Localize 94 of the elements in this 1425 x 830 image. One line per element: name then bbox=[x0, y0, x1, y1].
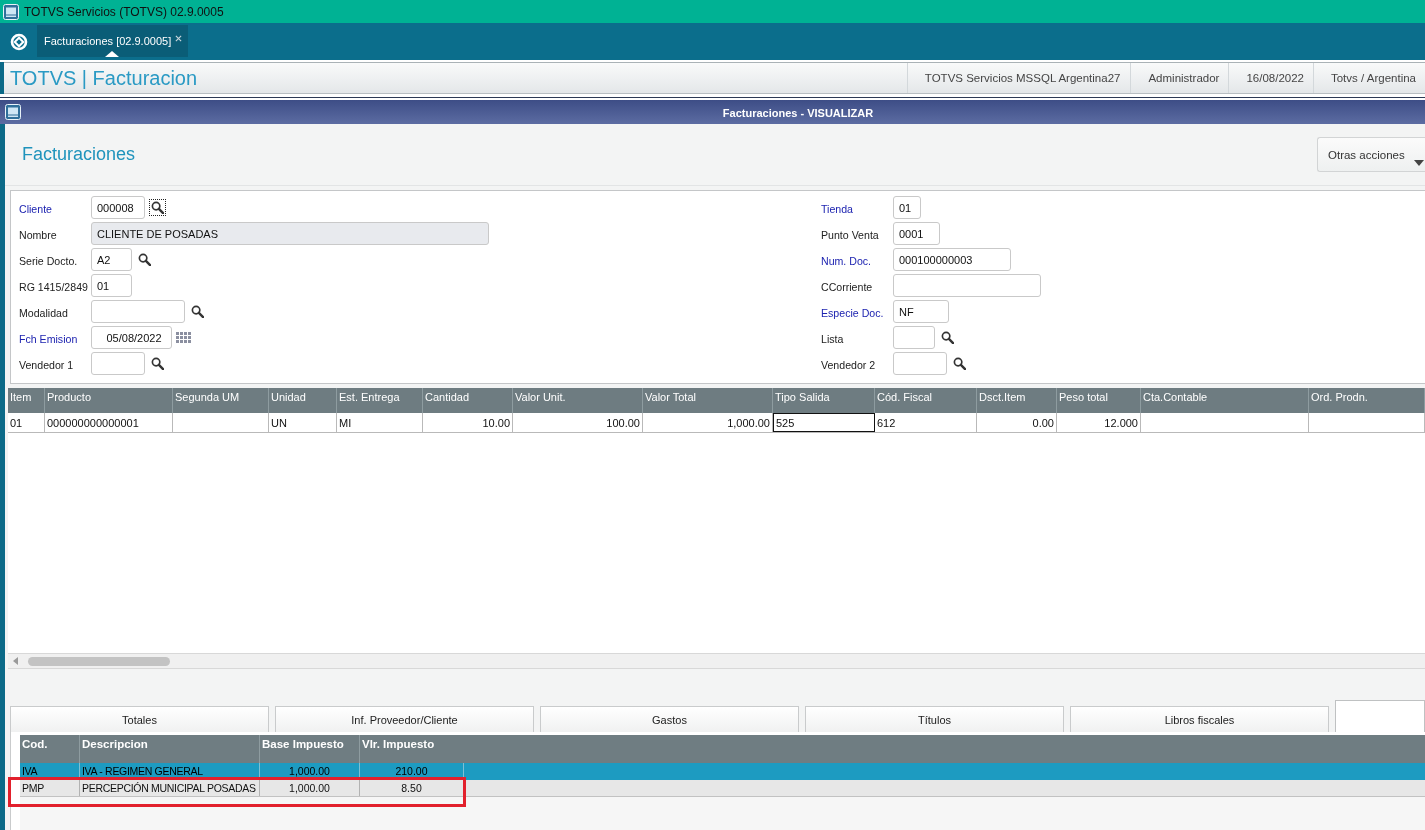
field-label: Num. Doc. bbox=[821, 255, 872, 267]
field-label: RG 1415/2849 bbox=[19, 281, 88, 293]
table-cell[interactable]: 12.000 bbox=[1057, 413, 1141, 432]
table-cell[interactable]: 000000000000001 bbox=[45, 413, 173, 432]
text-field[interactable]: 000100000003 bbox=[893, 248, 1011, 271]
column-header[interactable]: Ord. Prodn. bbox=[1309, 388, 1425, 413]
table-cell: IVA - REGIMEN GENERAL bbox=[80, 763, 260, 779]
window-icon bbox=[3, 3, 19, 20]
text-field[interactable] bbox=[893, 326, 935, 349]
field-label: Vendedor 1 bbox=[19, 359, 74, 371]
field-label: Nombre bbox=[19, 229, 57, 241]
window-icon bbox=[5, 104, 21, 120]
text-field[interactable] bbox=[91, 352, 145, 375]
app-tab[interactable]: Facturaciones [02.9.0005] bbox=[37, 25, 189, 57]
search-icon[interactable] bbox=[136, 251, 153, 268]
table-cell[interactable]: 612 bbox=[875, 413, 977, 432]
text-field[interactable] bbox=[893, 274, 1041, 297]
field-label: Serie Docto. bbox=[19, 255, 78, 267]
text-field[interactable]: A2 bbox=[91, 248, 132, 271]
search-icon[interactable] bbox=[149, 355, 166, 372]
table-cell: PERCEPCIÓN MUNICIPAL POSADAS bbox=[80, 780, 260, 796]
column-header[interactable]: Cód. Fiscal bbox=[875, 388, 977, 413]
column-header[interactable]: Unidad bbox=[269, 388, 337, 413]
dialog-title: Facturaciones - VISUALIZAR bbox=[722, 107, 874, 119]
table-cell[interactable]: 100.00 bbox=[513, 413, 643, 432]
search-icon[interactable] bbox=[189, 303, 206, 320]
header-info: 16/08/2022 bbox=[1228, 63, 1313, 93]
scroll-left-icon[interactable] bbox=[13, 657, 18, 665]
header-info: Totvs / Argentina bbox=[1312, 63, 1425, 93]
close-icon[interactable] bbox=[175, 34, 183, 42]
column-header[interactable]: Cantidad bbox=[423, 388, 513, 413]
table-cell[interactable]: UN bbox=[269, 413, 337, 432]
calendar-icon[interactable] bbox=[176, 332, 191, 343]
text-field[interactable]: 000008 bbox=[91, 196, 145, 219]
text-field[interactable]: 01 bbox=[893, 196, 921, 219]
field-label: Fch Emision bbox=[19, 333, 78, 345]
header-info: Administrador bbox=[1130, 63, 1229, 93]
app-title: TOTVS | Facturacion bbox=[9, 66, 198, 90]
text-field[interactable]: 0001 bbox=[893, 222, 940, 245]
pointer-icon bbox=[105, 51, 119, 57]
table-cell[interactable]: 525 bbox=[773, 413, 875, 432]
column-header[interactable]: Vlr. Impuesto bbox=[360, 735, 464, 763]
scrollbar-thumb[interactable] bbox=[28, 656, 170, 666]
column-header[interactable]: Dsct.Item bbox=[977, 388, 1057, 413]
field-label: Vendedor 2 bbox=[821, 359, 876, 371]
column-header[interactable]: Est. Entrega bbox=[337, 388, 423, 413]
table-cell[interactable]: 0.00 bbox=[977, 413, 1057, 432]
search-icon[interactable] bbox=[951, 355, 968, 372]
table-cell: 8.50 bbox=[360, 780, 464, 796]
field-label: Punto Venta bbox=[821, 229, 879, 241]
search-icon[interactable] bbox=[149, 199, 166, 216]
table-cell[interactable]: 1,000.00 bbox=[643, 413, 773, 432]
caret-icon bbox=[1414, 160, 1424, 166]
tab[interactable]: Gastos bbox=[540, 706, 799, 732]
actions-button[interactable]: Otras acciones bbox=[1317, 137, 1425, 172]
table-cell[interactable]: 01 bbox=[8, 413, 45, 432]
table-cell[interactable]: MI bbox=[337, 413, 423, 432]
field-label: CCorriente bbox=[821, 281, 873, 293]
table-cell: 1,000.00 bbox=[260, 780, 360, 796]
field-label: Especie Doc. bbox=[821, 307, 884, 319]
column-header[interactable]: Cta.Contable bbox=[1141, 388, 1309, 413]
column-header[interactable]: Item bbox=[8, 388, 45, 413]
column-header[interactable]: Valor Total bbox=[643, 388, 773, 413]
tab[interactable]: Libros fiscales bbox=[1070, 706, 1329, 732]
column-header[interactable]: Tipo Salida bbox=[773, 388, 875, 413]
tab[interactable] bbox=[1335, 700, 1425, 732]
column-header[interactable]: Producto bbox=[45, 388, 173, 413]
tab[interactable]: Totales bbox=[10, 706, 269, 732]
window-title: TOTVS Servicios (TOTVS) 02.9.0005 bbox=[24, 4, 224, 19]
table-row[interactable]: IVA IVA - REGIMEN GENERAL 1,000.00 210.00 bbox=[20, 763, 1425, 780]
page-heading: Facturaciones bbox=[21, 144, 136, 165]
field-label: Cliente bbox=[19, 203, 52, 215]
tab[interactable]: Inf. Proveedor/Cliente bbox=[275, 706, 534, 732]
text-field[interactable]: 01 bbox=[91, 274, 132, 297]
field-label: Modalidad bbox=[19, 307, 68, 319]
text-field[interactable] bbox=[91, 300, 185, 323]
horizontal-scrollbar[interactable] bbox=[8, 653, 1425, 669]
header-info: TOTVS Servicios MSSQL Argentina27 bbox=[906, 63, 1131, 93]
table-cell: PMP bbox=[20, 780, 80, 796]
column-header[interactable]: Peso total bbox=[1057, 388, 1141, 413]
table-cell: 1,000.00 bbox=[260, 763, 360, 779]
text-field[interactable]: 05/08/2022 bbox=[91, 326, 172, 349]
column-header[interactable]: Valor Unit. bbox=[513, 388, 643, 413]
table-cell: IVA bbox=[20, 763, 80, 779]
column-header[interactable]: Segunda UM bbox=[173, 388, 269, 413]
tab[interactable]: Títulos bbox=[805, 706, 1064, 732]
field-label: Lista bbox=[821, 333, 844, 345]
table-cell: 210.00 bbox=[360, 763, 464, 779]
table-cell[interactable]: 10.00 bbox=[423, 413, 513, 432]
text-field[interactable] bbox=[893, 352, 947, 375]
text-field[interactable]: NF bbox=[893, 300, 949, 323]
field-label: Tienda bbox=[821, 203, 853, 215]
ring-logo-icon[interactable] bbox=[9, 32, 28, 51]
search-icon[interactable] bbox=[939, 329, 956, 346]
